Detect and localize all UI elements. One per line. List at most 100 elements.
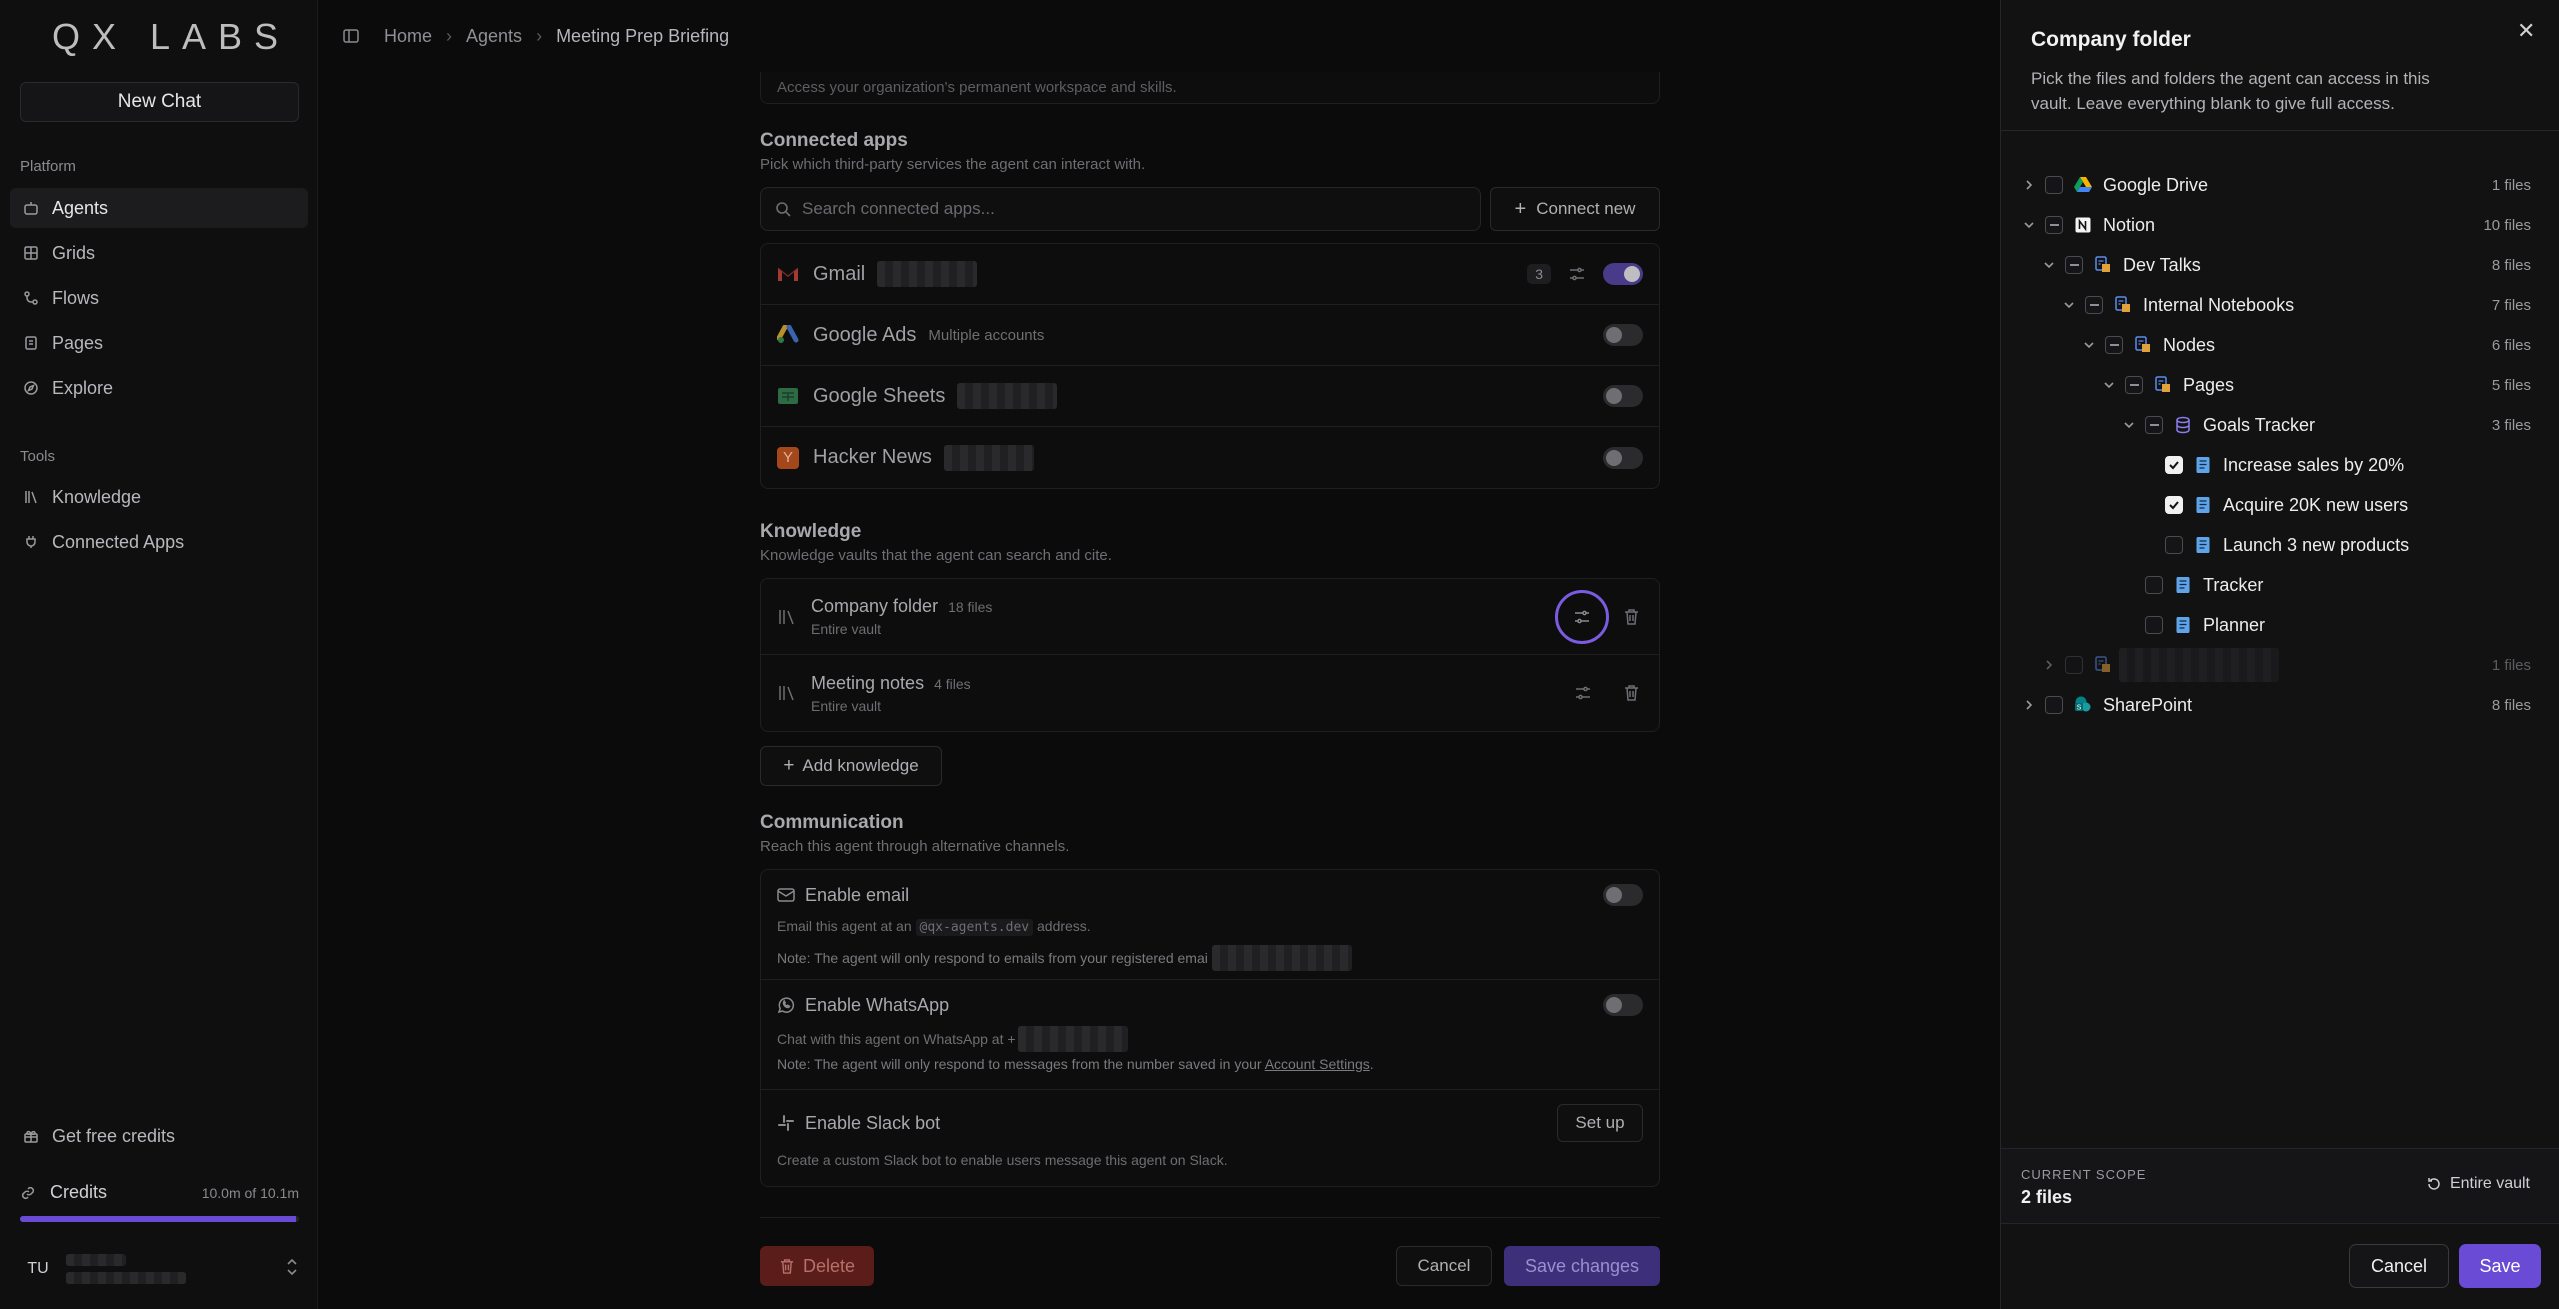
- chevron-down-icon[interactable]: [2061, 297, 2077, 313]
- whatsapp-toggle[interactable]: [1603, 994, 1643, 1016]
- tree-checkbox[interactable]: [2065, 256, 2083, 274]
- tree-node-pages[interactable]: Pages 5 files: [2001, 365, 2559, 405]
- scope-label: CURRENT SCOPE: [2021, 1167, 2147, 1182]
- tree-checkbox[interactable]: [2145, 416, 2163, 434]
- add-knowledge-button[interactable]: + Add knowledge: [760, 746, 942, 786]
- sidebar-toggle-icon[interactable]: [342, 27, 360, 45]
- tree-node-dev-talks[interactable]: Dev Talks 8 files: [2001, 245, 2559, 285]
- top-bar: Home › Agents › Meeting Prep Briefing: [318, 0, 2000, 72]
- sidebar-item-knowledge[interactable]: Knowledge: [10, 477, 308, 517]
- sidebar-item-explore[interactable]: Explore: [10, 368, 308, 408]
- hacker-news-toggle[interactable]: [1603, 446, 1643, 469]
- redacted-account: [877, 261, 978, 287]
- vault-count: 4 files: [934, 675, 971, 692]
- credits-row: Credits 10.0m of 10.1m: [20, 1182, 299, 1203]
- tree-checkbox[interactable]: [2125, 376, 2143, 394]
- sidebar-item-label: Connected Apps: [52, 531, 185, 552]
- tree-checkbox[interactable]: [2165, 496, 2183, 514]
- knowledge-subtitle: Knowledge vaults that the agent can sear…: [760, 547, 1112, 564]
- trash-icon[interactable]: [1619, 605, 1643, 629]
- reset-entire-vault-button[interactable]: Entire vault: [2426, 1175, 2530, 1193]
- tree-checkbox[interactable]: [2145, 576, 2163, 594]
- chevron-right-icon[interactable]: [2021, 177, 2037, 193]
- tree-checkbox[interactable]: [2085, 296, 2103, 314]
- tree-node-increase-sales-by-20[interactable]: Increase sales by 20%: [2001, 445, 2559, 485]
- email-description: Email this agent at an @qx-agents.dev ad…: [777, 918, 1643, 936]
- email-desc-post: address.: [1037, 918, 1091, 934]
- svg-text:S: S: [2077, 705, 2082, 712]
- connect-new-button[interactable]: + Connect new: [1490, 187, 1660, 231]
- get-free-credits-link[interactable]: Get free credits: [10, 1116, 308, 1156]
- folder-doc-icon: [2133, 335, 2153, 355]
- tree-node-google-drive[interactable]: Google Drive 1 files: [2001, 165, 2559, 205]
- tree-node-count: 10 files: [2483, 216, 2531, 234]
- link-icon: [20, 1185, 38, 1201]
- tree-checkbox[interactable]: [2165, 536, 2183, 554]
- gmail-toggle[interactable]: [1603, 263, 1643, 285]
- tree-node-acquire-20k-new-users[interactable]: Acquire 20K new users: [2001, 485, 2559, 525]
- tree-node-internal-notebooks[interactable]: Internal Notebooks 7 files: [2001, 285, 2559, 325]
- google-sheets-toggle[interactable]: [1603, 385, 1643, 407]
- tree-checkbox[interactable]: [2045, 696, 2063, 714]
- sidebar-item-pages[interactable]: Pages: [10, 323, 308, 363]
- tree-checkbox[interactable]: [2045, 216, 2063, 234]
- cancel-button[interactable]: Cancel: [1396, 1246, 1492, 1286]
- tree-node-tracker[interactable]: Tracker: [2001, 565, 2559, 605]
- delete-agent-button[interactable]: Delete: [760, 1246, 874, 1286]
- sidebar-item-agents[interactable]: Agents: [10, 188, 308, 228]
- tree-node-label: Notion: [2103, 214, 2156, 235]
- sidebar-item-connected-apps[interactable]: Connected Apps: [10, 522, 308, 562]
- tree-node-notion[interactable]: Notion 10 files: [2001, 205, 2559, 245]
- vault-scope: Entire vault: [811, 621, 882, 637]
- chevron-down-icon[interactable]: [2081, 337, 2097, 353]
- chevron-down-icon[interactable]: [2121, 417, 2137, 433]
- chevron-right-icon[interactable]: [2041, 657, 2057, 673]
- sliders-icon[interactable]: [1571, 681, 1595, 705]
- breadcrumb-home[interactable]: Home: [384, 26, 432, 47]
- new-chat-button[interactable]: New Chat: [20, 82, 299, 122]
- sharepoint-icon: S: [2073, 695, 2093, 715]
- tree-checkbox[interactable]: [2165, 456, 2183, 474]
- gmail-icon: [777, 265, 799, 283]
- vault-settings-button[interactable]: [1555, 589, 1609, 644]
- app-name: Google Ads: [813, 323, 917, 346]
- flow-icon: [22, 289, 40, 307]
- account-settings-link[interactable]: Account Settings: [1265, 1056, 1370, 1072]
- slack-setup-button[interactable]: Set up: [1557, 1104, 1643, 1142]
- sliders-icon[interactable]: [1565, 262, 1589, 286]
- vault-name: Company folder: [811, 596, 939, 616]
- user-menu[interactable]: TU: [20, 1248, 299, 1290]
- breadcrumb-agents[interactable]: Agents: [466, 26, 522, 47]
- trash-icon[interactable]: [1619, 681, 1643, 705]
- tree-node-count: 1 files: [2491, 176, 2531, 194]
- tree-checkbox[interactable]: [2105, 336, 2123, 354]
- workspace-description: Access your organization's permanent wor…: [777, 79, 1177, 96]
- tree-node-nodes[interactable]: Nodes 6 files: [2001, 325, 2559, 365]
- search-placeholder: Search connected apps...: [802, 199, 995, 218]
- tree-node-redacted[interactable]: 1 files: [2001, 645, 2559, 685]
- tree-node-launch-3-new-products[interactable]: Launch 3 new products: [2001, 525, 2559, 565]
- tree-node-planner[interactable]: Planner: [2001, 605, 2559, 645]
- tree-checkbox[interactable]: [2145, 616, 2163, 634]
- close-icon[interactable]: ✕: [2517, 18, 2535, 44]
- google-ads-toggle[interactable]: [1603, 324, 1643, 346]
- panel-save-button[interactable]: Save: [2459, 1244, 2541, 1288]
- email-toggle[interactable]: [1603, 884, 1643, 906]
- sidebar-item-flows[interactable]: Flows: [10, 278, 308, 318]
- tree-node-sharepoint[interactable]: S SharePoint 8 files: [2001, 685, 2559, 725]
- save-changes-button[interactable]: Save changes: [1504, 1246, 1660, 1286]
- gift-icon: [22, 1127, 40, 1145]
- chevron-down-icon[interactable]: [2021, 217, 2037, 233]
- chevron-right-icon[interactable]: [2021, 697, 2037, 713]
- tree-node-goals-tracker[interactable]: Goals Tracker 3 files: [2001, 405, 2559, 445]
- tree-checkbox[interactable]: [2065, 656, 2083, 674]
- sidebar-item-grids[interactable]: Grids: [10, 233, 308, 273]
- tree-checkbox[interactable]: [2045, 176, 2063, 194]
- panel-cancel-button[interactable]: Cancel: [2349, 1244, 2449, 1288]
- add-knowledge-label: Add knowledge: [802, 756, 919, 775]
- chevron-down-icon[interactable]: [2101, 377, 2117, 393]
- search-connected-apps-input[interactable]: Search connected apps...: [760, 187, 1481, 231]
- chevron-down-icon[interactable]: [2041, 257, 2057, 273]
- communication-list: Enable email Email this agent at an @qx-…: [760, 869, 1660, 1187]
